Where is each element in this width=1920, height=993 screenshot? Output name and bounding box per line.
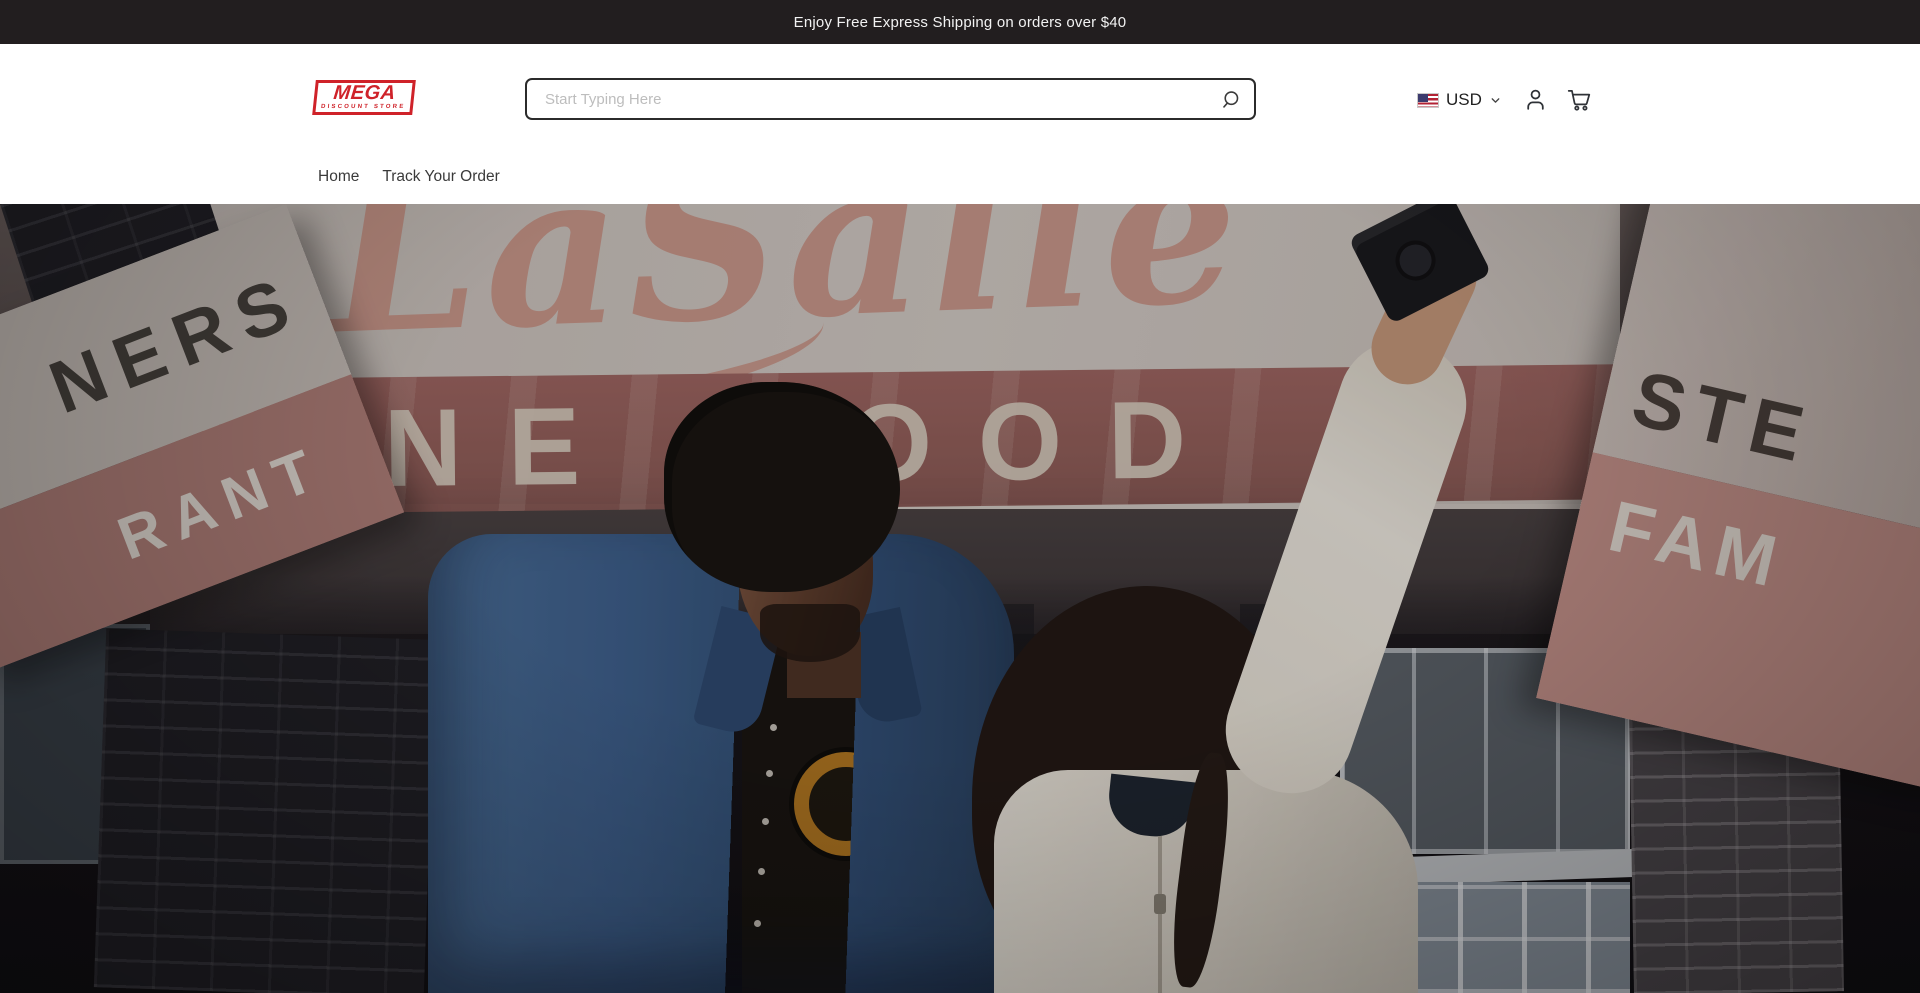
cart-icon <box>1566 86 1592 112</box>
logo-title: MEGA <box>333 83 397 104</box>
currency-code: USD <box>1446 90 1482 110</box>
account-button[interactable] <box>1520 84 1550 114</box>
logo-box: MEGA DISCOUNT STORE <box>312 80 416 115</box>
search-button[interactable] <box>1214 78 1246 120</box>
us-flag-icon <box>1417 93 1439 108</box>
account-icon <box>1523 87 1548 112</box>
page: Enjoy Free Express Shipping on orders ov… <box>0 0 1920 993</box>
announcement-text: Enjoy Free Express Shipping on orders ov… <box>794 14 1127 31</box>
search-form <box>525 78 1256 120</box>
cart-button[interactable] <box>1564 84 1594 114</box>
search-icon <box>1220 89 1241 110</box>
search-input[interactable] <box>525 78 1256 120</box>
header: MEGA DISCOUNT STORE USD <box>0 44 1920 204</box>
logo[interactable]: MEGA DISCOUNT STORE <box>314 80 414 115</box>
nav-track-order[interactable]: Track Your Order <box>382 168 499 186</box>
main-nav: Home Track Your Order <box>318 168 500 186</box>
nav-home[interactable]: Home <box>318 168 359 186</box>
announcement-bar: Enjoy Free Express Shipping on orders ov… <box>0 0 1920 44</box>
currency-selector[interactable]: USD <box>1417 88 1502 112</box>
hero-image: LaSalle FINE FOOD NERS RANT STE FAM <box>0 204 1920 993</box>
chevron-down-icon <box>1489 94 1502 107</box>
logo-subtitle: DISCOUNT STORE <box>321 104 406 111</box>
hero-dark-overlay <box>0 204 1920 993</box>
